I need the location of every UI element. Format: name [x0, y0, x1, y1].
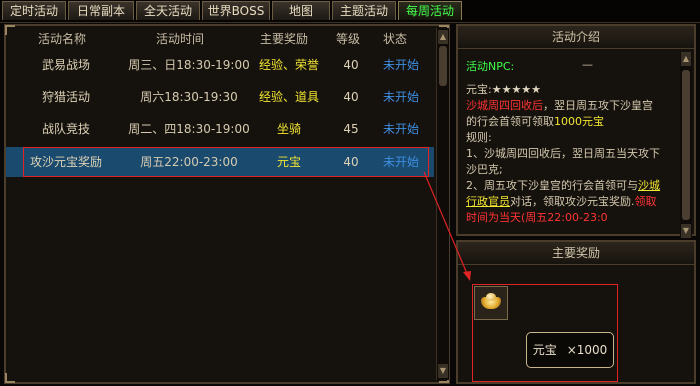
rule-2: 2、周五攻下沙皇宫的行会首领可与 — [466, 179, 638, 192]
rule-2-cont: 对话，领取攻沙元宝奖励. — [510, 195, 635, 208]
rule-1: 1、沙城周四回收后，翌日周五当天攻下沙巴克; — [466, 147, 660, 176]
header-status: 状态 — [383, 32, 408, 46]
tab-theme-activity[interactable]: 主题活动 — [332, 1, 396, 20]
reward-item-slot[interactable] — [474, 286, 508, 320]
intro-panel-title: 活动介绍 — [458, 26, 694, 49]
scroll-thumb[interactable] — [682, 70, 690, 220]
gold-ingot-top — [486, 293, 496, 301]
activity-level: 40 — [343, 58, 359, 72]
tab-all-day-activity[interactable]: 全天活动 — [136, 1, 200, 20]
npc-row: 活动NPC: — — [466, 58, 666, 74]
item-quantity: ×1000 — [566, 343, 608, 357]
activity-level: 45 — [343, 122, 359, 136]
main-rewards-panel: 主要奖励 元宝 ×1000 — [456, 240, 696, 384]
list-scrollbar[interactable]: ▲ ▼ — [436, 28, 449, 380]
rules-label: 规则: — [466, 131, 492, 144]
scroll-down-arrow-icon[interactable]: ▼ — [681, 224, 691, 238]
header-time: 活动时间 — [156, 32, 205, 46]
header-reward: 主要奖励 — [260, 32, 309, 46]
desc-reward-amount: 1000元宝 — [554, 115, 604, 128]
frame-corner — [5, 373, 15, 383]
scroll-up-arrow-icon[interactable]: ▲ — [681, 52, 691, 66]
header-level: 等级 — [336, 32, 361, 46]
reward-highlight-box: 元宝 ×1000 — [472, 284, 618, 382]
tab-timed-activity[interactable]: 定时活动 — [2, 1, 66, 20]
rewards-panel-title: 主要奖励 — [458, 242, 694, 265]
npc-label: 活动NPC: — [466, 60, 515, 73]
scroll-up-arrow-icon[interactable]: ▲ — [438, 30, 448, 44]
scroll-thumb[interactable] — [439, 46, 447, 86]
activity-reward: 经验、荣誉 — [258, 58, 319, 72]
item-name: 元宝 — [532, 343, 557, 357]
npc-value: — — [582, 58, 593, 71]
tab-world-boss[interactable]: 世界BOSS — [202, 1, 270, 20]
tab-daily-dungeon[interactable]: 日常副本 — [68, 1, 134, 20]
header-name: 活动名称 — [38, 32, 87, 46]
tab-weekly-activity[interactable]: 每周活动 — [398, 1, 462, 20]
intro-scrollbar[interactable]: ▲ ▼ — [680, 52, 692, 238]
desc-red-text: 沙城周四回收后 — [466, 99, 543, 112]
activity-intro-panel: 活动介绍 活动NPC: — 元宝:★★★★★ 沙城周四回收后，翌日周五攻下沙皇宫… — [456, 24, 696, 238]
item-tooltip: 元宝 ×1000 — [526, 332, 614, 368]
selection-highlight-box — [23, 147, 429, 177]
table-row[interactable]: 狩猎活动 周六18:30-19:30 经验、道具 40 未开始 — [6, 82, 434, 112]
activity-description: 元宝:★★★★★ 沙城周四回收后，翌日周五攻下沙皇宫的行会首领可领取1000元宝… — [466, 82, 662, 234]
activity-reward: 经验、道具 — [258, 90, 319, 104]
activity-status: 未开始 — [382, 122, 419, 136]
reward-prefix: 元宝: — [466, 83, 492, 96]
tab-map-boss[interactable]: 地图BOSS — [272, 1, 330, 37]
activity-status: 未开始 — [382, 58, 419, 72]
activity-tab-bar: 定时活动 日常副本 全天活动 世界BOSS 地图BOSS 主题活动 每周活动 — [0, 0, 700, 37]
activity-status: 未开始 — [382, 90, 419, 104]
table-header: 活动名称 活动时间 主要奖励 等级 状态 — [6, 26, 436, 48]
activity-level: 40 — [343, 90, 359, 104]
activity-reward: 坐骑 — [276, 122, 301, 136]
scroll-down-arrow-icon[interactable]: ▼ — [438, 364, 448, 378]
difficulty-stars-icon: ★★★★★ — [491, 83, 542, 96]
activity-list-panel: 活动名称 活动时间 主要奖励 等级 状态 武易战场 周三、日18:30-19:0… — [4, 24, 450, 384]
table-row[interactable]: 战队竞技 周二、四18:30-19:00 坐骑 45 未开始 — [6, 114, 434, 144]
table-row[interactable]: 武易战场 周三、日18:30-19:00 经验、荣誉 40 未开始 — [6, 50, 434, 80]
